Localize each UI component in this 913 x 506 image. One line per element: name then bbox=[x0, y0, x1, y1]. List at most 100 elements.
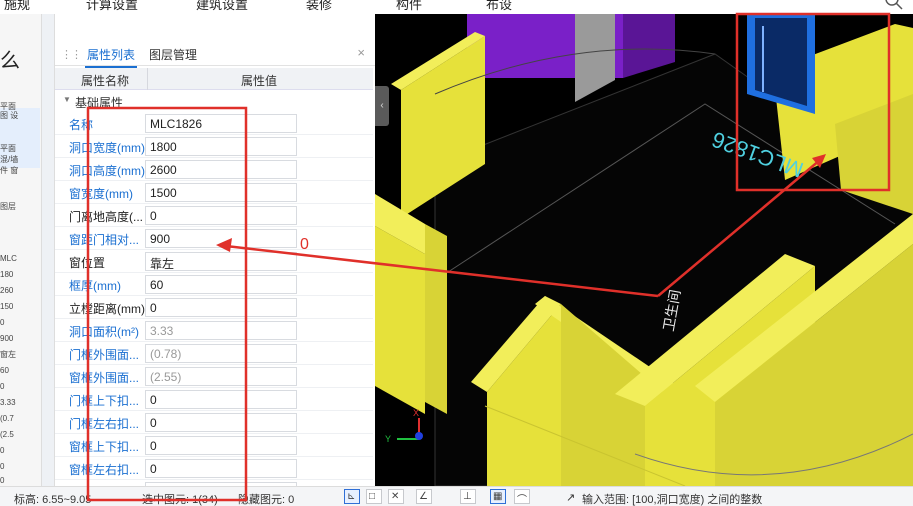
chevron-down-icon[interactable]: ▼ bbox=[63, 95, 71, 104]
property-name: 窗距门相对... bbox=[69, 233, 140, 247]
input-range-hint: 输入范围: [100,洞口宽度) 之间的整数 bbox=[582, 494, 763, 506]
property-row[interactable]: 门框外围面... (0.78) bbox=[55, 342, 373, 365]
header-name-column: 属性名称 bbox=[80, 74, 129, 88]
left-strip-text[interactable]: 图层 bbox=[0, 202, 16, 211]
property-row[interactable]: 窗框左右扣... 0 bbox=[55, 457, 373, 480]
status-bar: 标高: 6.55~9.05 选中图元: 1(34) 隐藏图元: 0 ⊾ □ ✕ … bbox=[0, 486, 913, 506]
property-value-field[interactable]: 2600 bbox=[145, 160, 297, 179]
property-row[interactable]: 窗框上下扣... 0 bbox=[55, 434, 373, 457]
property-row[interactable]: 窗宽度(mm) 1500 bbox=[55, 181, 373, 204]
property-row[interactable]: 窗位置 靠左 bbox=[55, 250, 373, 273]
property-row[interactable]: 洞口宽度(mm) 1800 bbox=[55, 135, 373, 158]
left-strip-text: 窗左 bbox=[0, 350, 16, 359]
property-value-field[interactable]: 0 bbox=[145, 206, 297, 225]
display-toggle-icon[interactable]: ▦ bbox=[490, 489, 506, 504]
property-value-field[interactable]: 0 bbox=[145, 413, 297, 432]
property-row[interactable]: 窗框外围面... (2.55) bbox=[55, 365, 373, 388]
menu-item-4[interactable]: 装修 bbox=[306, 0, 332, 13]
property-name: 窗框外围面... bbox=[69, 371, 140, 385]
property-value-field[interactable]: 1500 bbox=[145, 183, 297, 202]
close-icon[interactable]: × bbox=[357, 45, 365, 60]
left-strip-title: 么 bbox=[0, 50, 20, 72]
property-name: 名称 bbox=[69, 118, 94, 132]
left-strip-text: 0 bbox=[0, 476, 5, 485]
left-strip-text: 180 bbox=[0, 270, 14, 279]
property-row[interactable]: 洞口面积(m²) 3.33 bbox=[55, 319, 373, 342]
left-strip-text: 60 bbox=[0, 366, 9, 375]
property-name: 洞口面积(m²) bbox=[69, 325, 139, 339]
menu-item-6[interactable]: 布设 bbox=[486, 0, 512, 13]
property-name: 门框上下扣... bbox=[69, 394, 140, 408]
left-strip-text: 3.33 bbox=[0, 398, 16, 407]
property-table-header: 属性名称 属性值 bbox=[55, 68, 373, 90]
left-strip-text: (0.7 bbox=[0, 414, 14, 423]
property-value-field[interactable]: 靠左 bbox=[145, 252, 297, 271]
left-strip-text: 0 bbox=[0, 446, 5, 455]
property-name: 框厚(mm) bbox=[69, 279, 121, 293]
yellow-wall bbox=[425, 224, 447, 414]
left-strip-text: 0 bbox=[0, 462, 5, 471]
menu-item-3[interactable]: 建筑设置 bbox=[196, 0, 248, 13]
property-row[interactable]: 门离地高度(... 0 bbox=[55, 204, 373, 227]
property-group-basic[interactable]: ▼ 基础属性 bbox=[55, 92, 373, 111]
property-row[interactable]: 框厚(mm) 60 bbox=[55, 273, 373, 296]
left-strip-text[interactable]: 件 窗 bbox=[0, 166, 18, 175]
left-strip-text: (2.5 bbox=[0, 430, 14, 439]
property-value-field[interactable]: 900 bbox=[145, 229, 297, 248]
property-value-field[interactable]: 0 bbox=[145, 390, 297, 409]
snap-toggle-icon[interactable]: □ bbox=[366, 489, 382, 504]
property-value-field[interactable]: (2.55) bbox=[145, 367, 297, 386]
collapse-panel-button[interactable]: ‹ bbox=[375, 86, 389, 126]
property-name: 洞口高度(mm) bbox=[69, 164, 145, 178]
dynamic-input-icon[interactable]: ⊥ bbox=[460, 489, 476, 504]
header-divider bbox=[147, 68, 148, 90]
property-value-field[interactable]: (0.78) bbox=[145, 344, 297, 363]
polar-track-icon[interactable]: ⌒ bbox=[514, 489, 530, 506]
property-row[interactable]: 门框左右扣... 0 bbox=[55, 411, 373, 434]
menu-item-2[interactable]: 计算设置 bbox=[86, 0, 138, 13]
left-strip-text: 900 bbox=[0, 334, 14, 343]
properties-panel: ⋮⋮ 属性列表 图层管理 × 属性名称 属性值 ▼ 基础属性 名称 MLC1826… bbox=[54, 14, 375, 503]
model-view[interactable]: MLC1826 卫生间 X Y bbox=[375, 14, 913, 486]
property-value-field[interactable]: 60 bbox=[145, 275, 297, 294]
left-navigation-strip: 么 平面 图 设 平面 混/墙 件 窗 图层 MLC 180 260 150 0… bbox=[0, 14, 42, 486]
axis-x-label: X bbox=[413, 408, 419, 418]
left-strip-text: MLC bbox=[0, 254, 17, 263]
left-strip-text[interactable]: 混/墙 bbox=[0, 155, 18, 164]
header-value-column: 属性值 bbox=[240, 74, 277, 88]
expand-icon: ↗ bbox=[566, 492, 576, 504]
property-row[interactable]: 洞口高度(mm) 2600 bbox=[55, 158, 373, 181]
property-value-field[interactable]: 0 bbox=[145, 459, 297, 478]
property-row[interactable]: 门框上下扣... 0 bbox=[55, 388, 373, 411]
property-value-field[interactable]: 0 bbox=[145, 298, 297, 317]
property-value-field[interactable]: 1800 bbox=[145, 137, 297, 156]
cross-snap-icon[interactable]: ✕ bbox=[388, 489, 404, 504]
panel-splitter[interactable] bbox=[42, 14, 54, 486]
ortho-toggle-icon[interactable]: ⊾ bbox=[344, 489, 360, 504]
left-strip-text[interactable]: 图 设 bbox=[0, 111, 18, 120]
3d-viewport[interactable]: MLC1826 卫生间 X Y bbox=[375, 14, 913, 486]
tab-layers[interactable]: 图层管理 bbox=[149, 46, 197, 63]
angle-snap-icon[interactable]: ∠ bbox=[416, 489, 432, 504]
axis-z-dot bbox=[415, 432, 423, 440]
yellow-wall bbox=[375, 226, 425, 414]
property-value-field[interactable]: MLC1826 bbox=[145, 114, 297, 133]
panel-tab-bar: ⋮⋮ 属性列表 图层管理 × bbox=[55, 42, 375, 68]
property-name: 门框外围面... bbox=[69, 348, 140, 362]
property-name: 门离地高度(... bbox=[69, 210, 143, 224]
left-strip-text[interactable]: 平面 bbox=[0, 102, 16, 111]
property-name: 窗位置 bbox=[69, 256, 106, 270]
menu-item-1[interactable]: 施规 bbox=[4, 0, 30, 13]
property-value-field[interactable]: 3.33 bbox=[145, 321, 297, 340]
property-row[interactable]: 窗距门相对... 900 bbox=[55, 227, 373, 250]
property-name: 窗宽度(mm) bbox=[69, 187, 133, 201]
left-strip-text[interactable]: 平面 bbox=[0, 144, 16, 153]
property-row[interactable]: 立樘距离(mm) 0 bbox=[55, 296, 373, 319]
property-value-field[interactable]: 0 bbox=[145, 436, 297, 455]
search-icon[interactable] bbox=[885, 0, 903, 10]
floor-elevation: 标高: 6.55~9.05 bbox=[14, 494, 92, 506]
drag-grip-icon[interactable]: ⋮⋮ bbox=[61, 48, 82, 61]
menu-item-5[interactable]: 构件 bbox=[396, 0, 422, 13]
tab-properties[interactable]: 属性列表 bbox=[84, 46, 138, 68]
property-row[interactable]: 名称 MLC1826 bbox=[55, 112, 373, 135]
